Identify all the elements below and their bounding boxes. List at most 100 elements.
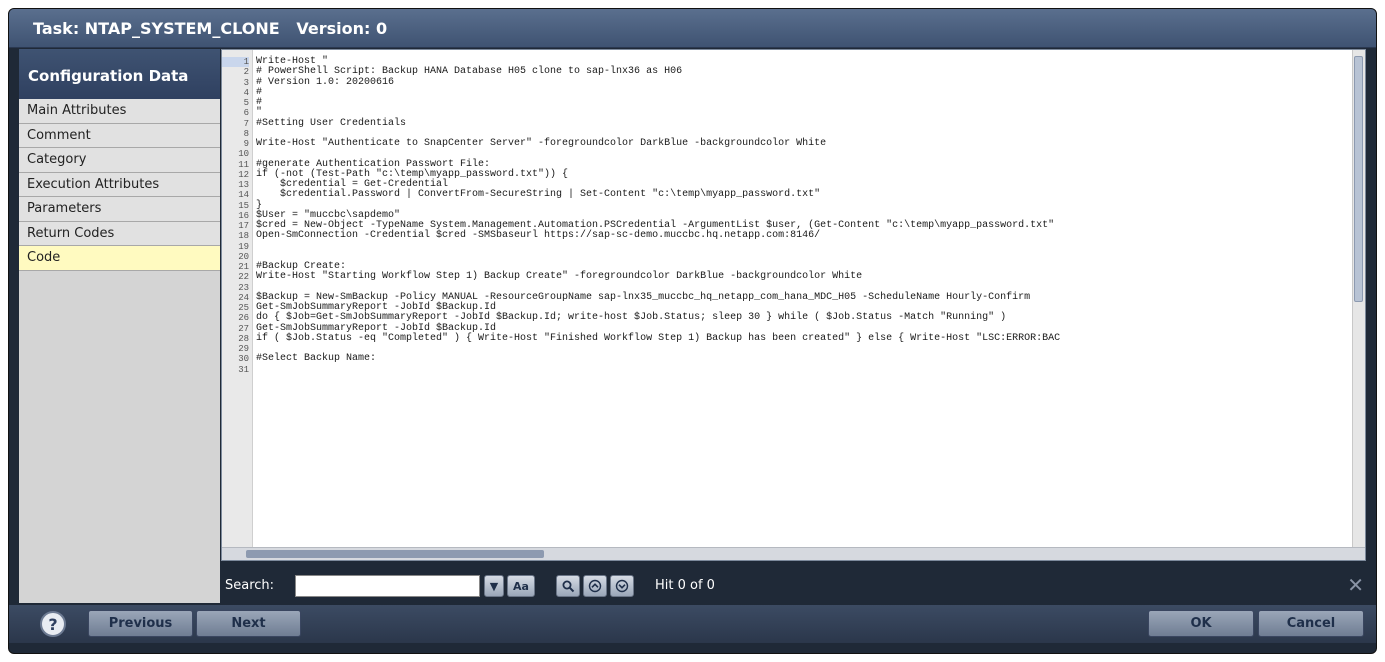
code-text[interactable]: # Version 1.0: 20200616 xyxy=(256,77,394,88)
code-text[interactable]: Write-Host "Starting Workflow Step 1) Ba… xyxy=(256,271,862,282)
sidebar-item-execution-attributes[interactable]: Execution Attributes xyxy=(19,172,220,197)
task-dialog: Task: NTAP_SYSTEM_CLONE Version: 0 Confi… xyxy=(8,8,1377,654)
sidebar-item-comment[interactable]: Comment xyxy=(19,123,220,148)
search-input[interactable] xyxy=(295,575,480,597)
line-number: 17 xyxy=(238,221,249,231)
match-case-button[interactable]: Aa xyxy=(507,575,535,597)
code-line[interactable]: 18 Open-SmConnection -Credential $cred -S… xyxy=(222,230,1353,242)
vertical-scrollbar[interactable] xyxy=(1352,50,1365,548)
code-editor[interactable]: 1 Write-Host " 2 # PowerShell Script: Backu… xyxy=(221,49,1366,561)
search-dropdown-button[interactable]: ▼ xyxy=(484,575,504,597)
line-number: 28 xyxy=(238,333,249,344)
code-line[interactable]: 9 Write-Host "Authenticate to SnapCenter … xyxy=(222,138,1353,149)
line-number: 19 xyxy=(238,241,249,252)
dialog-footer: ? Previous Next OK Cancel xyxy=(9,605,1376,643)
line-number: 22 xyxy=(238,272,249,283)
line-number: 14 xyxy=(238,190,249,201)
line-number: 23 xyxy=(238,282,249,293)
ok-button[interactable]: OK xyxy=(1148,610,1254,637)
code-line[interactable]: 7 #Setting User Credentials xyxy=(222,118,1353,129)
sidebar-item-category[interactable]: Category xyxy=(19,148,220,173)
chevron-down-icon: ▼ xyxy=(489,579,499,593)
code-line[interactable]: 29 xyxy=(222,344,1353,354)
line-number: 7 xyxy=(243,118,249,129)
line-number: 8 xyxy=(243,128,249,139)
code-text[interactable]: Open-SmConnection -Credential $cred -SMS… xyxy=(256,230,820,241)
code-lines[interactable]: 1 Write-Host " 2 # PowerShell Script: Backu… xyxy=(222,56,1353,375)
arrow-up-circle-icon xyxy=(588,579,602,593)
sidebar-item-main-attributes[interactable]: Main Attributes xyxy=(19,99,220,124)
code-line[interactable]: 26 do { $Job=Get-SmJobSummaryReport -JobI… xyxy=(222,312,1353,324)
sidebar-item-return-codes[interactable]: Return Codes xyxy=(19,221,220,246)
line-number: 6 xyxy=(243,108,249,119)
search-icon xyxy=(562,580,574,592)
code-text[interactable]: Write-Host "Authenticate to SnapCenter S… xyxy=(256,138,826,149)
line-number: 2 xyxy=(243,67,249,78)
line-number: 26 xyxy=(238,313,249,324)
horizontal-scroll-thumb[interactable] xyxy=(246,550,544,558)
help-icon: ? xyxy=(48,614,58,634)
code-line[interactable]: 20 xyxy=(222,252,1353,262)
code-line[interactable]: 28 if ( $Job.Status -eq "Completed" ) { W… xyxy=(222,333,1353,344)
code-line[interactable]: 19 xyxy=(222,242,1353,252)
code-line[interactable]: 31 xyxy=(222,365,1353,375)
sidebar-item-code[interactable]: Code xyxy=(19,246,220,271)
line-number: 31 xyxy=(238,364,249,375)
code-text[interactable]: do { $Job=Get-SmJobSummaryReport -JobId … xyxy=(256,312,1006,323)
code-line[interactable]: 3 # Version 1.0: 20200616 xyxy=(222,77,1353,88)
line-number: 3 xyxy=(243,77,249,88)
line-number: 15 xyxy=(238,200,249,211)
line-number: 29 xyxy=(238,344,249,354)
config-sidebar: Configuration Data Main Attributes Comme… xyxy=(19,49,220,603)
find-next-button[interactable] xyxy=(610,575,634,597)
line-number: 4 xyxy=(243,87,249,98)
find-button[interactable] xyxy=(556,575,580,597)
title-bar: Task: NTAP_SYSTEM_CLONE Version: 0 xyxy=(9,9,1376,48)
arrow-down-circle-icon xyxy=(615,579,629,593)
line-number: 27 xyxy=(238,323,249,334)
find-previous-button[interactable] xyxy=(583,575,607,597)
code-text[interactable]: if ( $Job.Status -eq "Completed" ) { Wri… xyxy=(256,333,1060,344)
code-line[interactable]: 22 Write-Host "Starting Workflow Step 1) … xyxy=(222,271,1353,283)
line-number: 11 xyxy=(238,159,249,170)
sidebar-item-parameters[interactable]: Parameters xyxy=(19,197,220,222)
line-number: 20 xyxy=(238,251,249,262)
cancel-button[interactable]: Cancel xyxy=(1258,610,1364,637)
line-number: 25 xyxy=(238,303,249,313)
code-line[interactable]: 14 $credential.Password | ConvertFrom-Se… xyxy=(222,189,1353,201)
code-line[interactable]: 2 # PowerShell Script: Backup HANA Databa… xyxy=(222,66,1353,78)
line-number: 16 xyxy=(238,210,249,221)
code-line[interactable]: 5 # xyxy=(222,97,1353,108)
line-number: 5 xyxy=(243,98,249,108)
line-number: 1 xyxy=(222,57,249,68)
search-hit-count: Hit 0 of 0 xyxy=(655,578,715,593)
line-number: 10 xyxy=(238,149,249,160)
version-label: Version: 0 xyxy=(296,19,388,38)
code-text[interactable]: #Setting User Credentials xyxy=(256,118,406,129)
horizontal-scrollbar[interactable] xyxy=(222,547,1365,560)
line-number: 30 xyxy=(238,354,249,365)
help-button[interactable]: ? xyxy=(40,611,66,637)
next-button[interactable]: Next xyxy=(196,610,301,637)
code-line[interactable]: 30 #Select Backup Name: xyxy=(222,353,1353,365)
window-title: Task: NTAP_SYSTEM_CLONE xyxy=(33,19,280,38)
line-number: 24 xyxy=(238,292,249,303)
line-number: 12 xyxy=(238,169,249,180)
search-bar: Search: ▼ Aa Hit 0 of 0 ✕ xyxy=(221,569,1366,601)
sidebar-header: Configuration Data xyxy=(19,49,220,99)
line-number: 18 xyxy=(238,231,249,242)
previous-button[interactable]: Previous xyxy=(88,610,193,637)
code-text[interactable]: $credential.Password | ConvertFrom-Secur… xyxy=(256,189,820,200)
vertical-scroll-thumb[interactable] xyxy=(1354,56,1363,302)
code-line[interactable]: 10 xyxy=(222,149,1353,159)
line-number: 13 xyxy=(238,180,249,190)
code-text[interactable]: #Select Backup Name: xyxy=(256,353,376,364)
close-search-icon[interactable]: ✕ xyxy=(1347,573,1364,597)
search-label: Search: xyxy=(225,578,275,593)
code-text[interactable]: " xyxy=(256,107,262,118)
code-line[interactable]: 6 " xyxy=(222,107,1353,119)
line-number: 9 xyxy=(243,139,249,149)
code-text[interactable]: # PowerShell Script: Backup HANA Databas… xyxy=(256,66,682,77)
code-line[interactable]: 4 # xyxy=(222,87,1353,98)
line-number: 21 xyxy=(238,262,249,272)
